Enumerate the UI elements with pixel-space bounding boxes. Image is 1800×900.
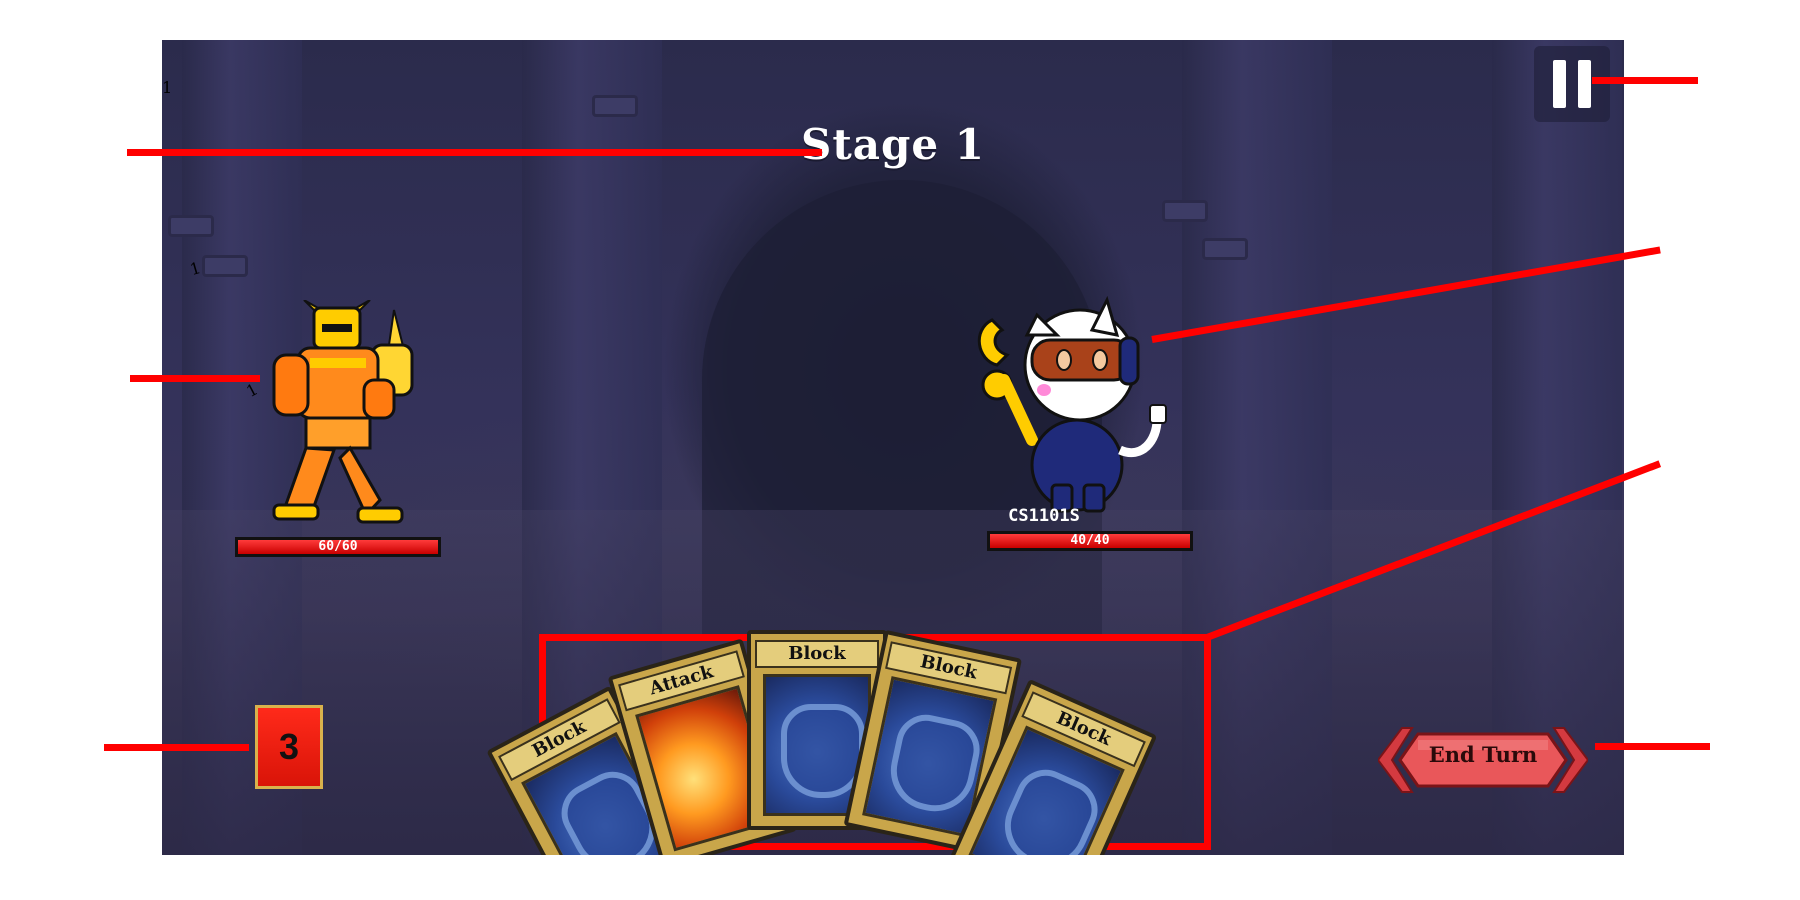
background-brick [592, 95, 638, 117]
game-viewport: Stage 1 60/60 CS1101S 40/40 3 End Turn B… [162, 40, 1624, 855]
callout-line-player [130, 375, 260, 382]
background-brick [168, 215, 214, 237]
callout-line-stage [127, 149, 822, 156]
cat-robot-character[interactable] [952, 290, 1182, 520]
enemy-hp-bar: 40/40 [987, 531, 1193, 551]
background-brick [1202, 238, 1248, 260]
enemy-name: CS1101S [1008, 506, 1080, 526]
energy-counter: 3 [255, 705, 323, 789]
callout-line-energy [104, 744, 249, 751]
end-turn-button[interactable]: End Turn [1376, 720, 1590, 800]
background-brick [202, 255, 248, 277]
card-cost: 1 [162, 78, 173, 97]
enemy-hp-text: 40/40 [1070, 533, 1110, 548]
callout-line-end-turn [1595, 743, 1710, 750]
callout-line-pause [1592, 77, 1698, 84]
end-turn-label: End Turn [1428, 742, 1538, 767]
player-hp-text: 60/60 [318, 539, 358, 554]
stage-title: Stage 1 [801, 120, 985, 169]
card-title: Block [755, 640, 879, 668]
pause-button[interactable] [1534, 46, 1610, 122]
player-hp-bar: 60/60 [235, 537, 441, 557]
knight-character[interactable] [254, 300, 434, 540]
background-brick [1162, 200, 1208, 222]
